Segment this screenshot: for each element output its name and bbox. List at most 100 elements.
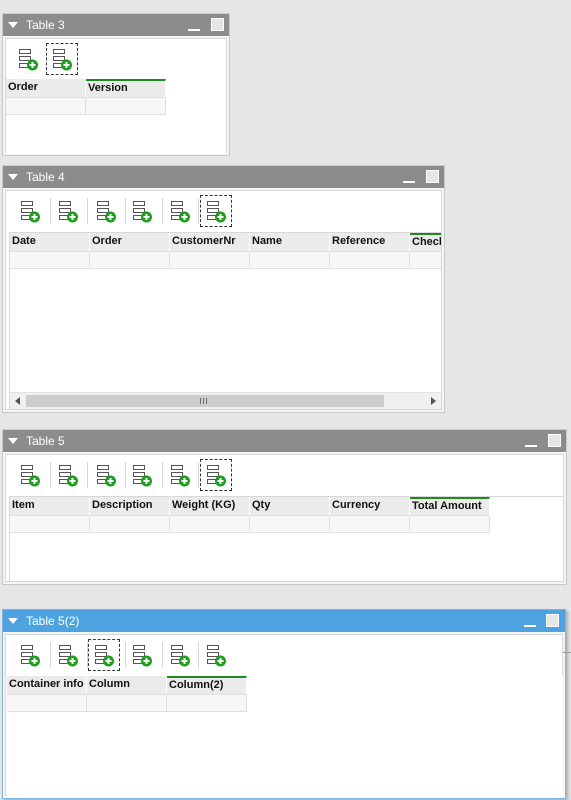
table-cell[interactable] bbox=[90, 251, 170, 269]
add-row-button[interactable] bbox=[90, 195, 122, 227]
add-row-button[interactable] bbox=[14, 195, 46, 227]
add-row-button[interactable] bbox=[52, 195, 84, 227]
scroll-left-arrow-icon[interactable] bbox=[15, 397, 20, 405]
toolbar-separator bbox=[162, 642, 163, 668]
panel-header[interactable]: Table 5 bbox=[3, 430, 566, 452]
collapse-triangle-icon[interactable] bbox=[8, 174, 18, 180]
table-cell[interactable] bbox=[86, 97, 166, 115]
panel-table-4: Table 4 Date Order CustomerNr Name Refer… bbox=[2, 165, 445, 413]
table-grid[interactable]: Order Version bbox=[6, 79, 226, 154]
panel-header[interactable]: Table 4 bbox=[3, 166, 444, 188]
panel-body: Item Description Weight (KG) Qty Currenc… bbox=[5, 454, 564, 582]
column-header-check[interactable]: Check bbox=[410, 233, 441, 251]
toolbar-separator bbox=[50, 462, 51, 488]
column-header-column[interactable]: Column bbox=[87, 676, 167, 694]
horizontal-scrollbar[interactable] bbox=[10, 392, 441, 409]
minimize-icon[interactable] bbox=[525, 445, 537, 447]
toolbar-separator bbox=[162, 462, 163, 488]
table-cell[interactable] bbox=[90, 515, 170, 533]
add-row-button[interactable] bbox=[14, 639, 46, 671]
column-header-name[interactable]: Name bbox=[250, 233, 330, 251]
add-row-button[interactable] bbox=[126, 459, 158, 491]
add-row-button[interactable] bbox=[200, 459, 232, 491]
toolbar-separator bbox=[198, 462, 199, 488]
column-header-customernr[interactable]: CustomerNr bbox=[170, 233, 250, 251]
toolbar-separator bbox=[162, 198, 163, 224]
table-cell[interactable] bbox=[170, 251, 250, 269]
add-row-button[interactable] bbox=[126, 195, 158, 227]
table-cell[interactable] bbox=[170, 515, 250, 533]
column-header-reference[interactable]: Reference bbox=[330, 233, 410, 251]
toolbar-separator bbox=[50, 642, 51, 668]
collapse-triangle-icon[interactable] bbox=[8, 618, 18, 624]
minimize-icon[interactable] bbox=[403, 181, 415, 183]
panel-title: Table 4 bbox=[26, 170, 65, 184]
table-cell[interactable] bbox=[10, 515, 90, 533]
add-row-button[interactable] bbox=[126, 639, 158, 671]
column-header-version[interactable]: Version bbox=[86, 79, 166, 97]
table-cell[interactable] bbox=[6, 97, 86, 115]
table-cell[interactable] bbox=[250, 251, 330, 269]
table-cell[interactable] bbox=[330, 515, 410, 533]
add-row-button[interactable] bbox=[164, 459, 196, 491]
maximize-icon[interactable] bbox=[426, 170, 439, 183]
add-row-button[interactable] bbox=[200, 195, 232, 227]
column-header-item[interactable]: Item bbox=[10, 497, 90, 515]
add-row-button[interactable] bbox=[14, 459, 46, 491]
panel-body: Order Version bbox=[5, 38, 227, 154]
table-grid[interactable]: Date Order CustomerNr Name Reference Che… bbox=[9, 232, 442, 410]
collapse-triangle-icon[interactable] bbox=[8, 438, 18, 444]
table-cell[interactable] bbox=[330, 251, 410, 269]
table-cell[interactable] bbox=[167, 694, 247, 712]
maximize-icon[interactable] bbox=[548, 434, 561, 447]
table-cell[interactable] bbox=[410, 251, 441, 269]
column-header-date[interactable]: Date bbox=[10, 233, 90, 251]
column-header-currency[interactable]: Currency bbox=[330, 497, 410, 515]
collapse-triangle-icon[interactable] bbox=[8, 22, 18, 28]
add-row-button[interactable] bbox=[12, 43, 44, 75]
column-header-order[interactable]: Order bbox=[6, 79, 86, 97]
table-grid[interactable]: Item Description Weight (KG) Qty Currenc… bbox=[9, 496, 564, 582]
toolbar-separator bbox=[198, 198, 199, 224]
panel-table-3: Table 3 Order Version bbox=[2, 13, 230, 156]
scrollbar-thumb[interactable] bbox=[26, 395, 384, 407]
add-row-button[interactable] bbox=[90, 459, 122, 491]
panel-table-5-2: Table 5(2) Container info Column Column(… bbox=[2, 609, 566, 799]
column-header-weight[interactable]: Weight (KG) bbox=[170, 497, 250, 515]
minimize-icon[interactable] bbox=[188, 29, 200, 31]
toolbar-separator bbox=[87, 462, 88, 488]
table-cell[interactable] bbox=[87, 694, 167, 712]
table-cell[interactable] bbox=[10, 251, 90, 269]
scroll-right-arrow-icon[interactable] bbox=[431, 397, 436, 405]
add-row-button[interactable] bbox=[46, 43, 78, 75]
column-header-qty[interactable]: Qty bbox=[250, 497, 330, 515]
panel-body: Container info Column Column(2) bbox=[5, 634, 563, 798]
column-header-total-amount[interactable]: Total Amount bbox=[410, 497, 490, 515]
maximize-icon[interactable] bbox=[211, 18, 224, 31]
table-cell[interactable] bbox=[250, 515, 330, 533]
toolbar-separator bbox=[198, 642, 199, 668]
table-cell[interactable] bbox=[410, 515, 490, 533]
panel-header[interactable]: Table 5(2) bbox=[3, 610, 565, 632]
column-header-order[interactable]: Order bbox=[90, 233, 170, 251]
panel-header[interactable]: Table 3 bbox=[3, 14, 229, 36]
add-row-button[interactable] bbox=[200, 639, 232, 671]
add-row-button[interactable] bbox=[88, 639, 120, 671]
panel-body: Date Order CustomerNr Name Reference Che… bbox=[5, 190, 442, 410]
table-grid[interactable]: Container info Column Column(2) bbox=[7, 676, 563, 798]
add-row-button[interactable] bbox=[164, 639, 196, 671]
maximize-icon[interactable] bbox=[546, 614, 559, 627]
column-header-container-info[interactable]: Container info bbox=[7, 676, 87, 694]
add-row-button[interactable] bbox=[52, 459, 84, 491]
panel-table-5: Table 5 Item Description Weight (KG) Qty… bbox=[2, 429, 567, 585]
toolbar-separator bbox=[87, 198, 88, 224]
column-header-column-2[interactable]: Column(2) bbox=[167, 676, 247, 694]
panel-title: Table 3 bbox=[26, 18, 65, 32]
panel-title: Table 5(2) bbox=[26, 614, 80, 628]
column-header-description[interactable]: Description bbox=[90, 497, 170, 515]
add-row-button[interactable] bbox=[52, 639, 84, 671]
minimize-icon[interactable] bbox=[524, 625, 536, 627]
table-cell[interactable] bbox=[7, 694, 87, 712]
divider bbox=[563, 652, 571, 653]
add-row-button[interactable] bbox=[164, 195, 196, 227]
